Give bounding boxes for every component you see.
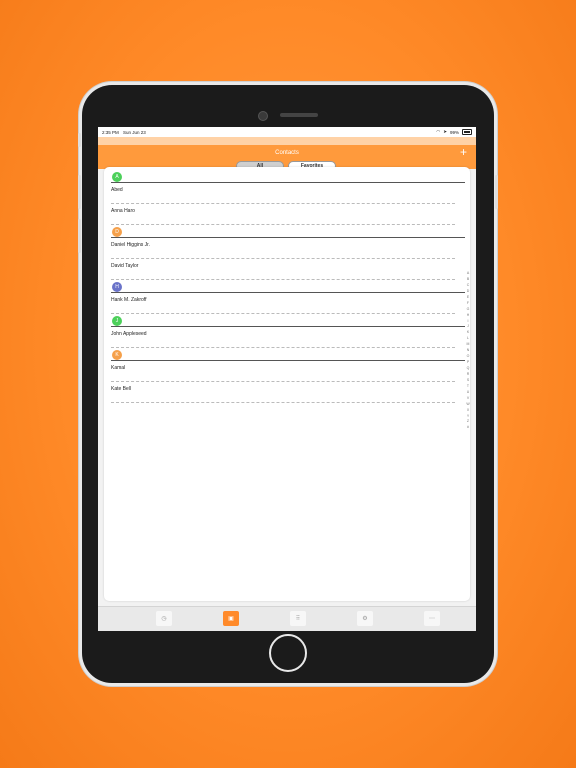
contact-name: Hank M. Zakroff (111, 297, 147, 303)
index-letter[interactable]: # (467, 425, 469, 431)
section-letter-badge: J (112, 316, 122, 326)
status-date: Sun Jun 23 (123, 129, 146, 135)
volume-down-button (78, 219, 81, 253)
page-title: Contacts (275, 150, 299, 156)
tab-contacts[interactable]: ▣ (223, 611, 239, 626)
contact-name: Daniel Higgins Jr. (111, 242, 150, 248)
contact-row[interactable]: Daniel Higgins Jr. (111, 238, 455, 259)
speaker-grille (280, 113, 318, 117)
wifi-icon: ◠ (436, 129, 441, 134)
tab-more[interactable]: ⋯ (424, 611, 440, 626)
contacts-card: A Abed Anna Haro D Daniel Higgins Jr. David T… (104, 167, 470, 601)
contact-name: Kate Bell (111, 386, 132, 392)
section-letter-badge: D (112, 227, 122, 237)
tab-keypad[interactable]: ⠿ (290, 611, 306, 626)
contact-row[interactable]: Kate Bell (111, 382, 455, 403)
power-button (495, 175, 498, 209)
battery-icon (462, 129, 472, 135)
more-icon: ⋯ (429, 616, 435, 622)
add-contact-button[interactable]: + (460, 145, 467, 159)
contact-row[interactable]: Kamal (111, 361, 455, 382)
tab-settings[interactable]: ⚙ (357, 611, 373, 626)
mute-switch (78, 133, 81, 147)
tab-bar: ◷ ▣ ⠿ ⚙ ⋯ (98, 606, 476, 631)
app-screen: 2:35 PM Sun Jun 23 ◠ ➤ 99% Contacts + Al… (98, 127, 476, 631)
contact-row[interactable]: John Appleseed (111, 327, 455, 348)
section-letter-badge: K (112, 350, 122, 360)
contact-row[interactable]: Anna Haro (111, 204, 455, 225)
home-button[interactable] (269, 634, 307, 672)
contact-name: John Appleseed (111, 331, 147, 337)
battery-percent: 99% (449, 129, 459, 135)
clock-icon: ◷ (161, 616, 167, 622)
contact-row[interactable]: Abed (111, 183, 455, 204)
alphabet-index[interactable]: A B C D E F G H I J K L M N O P Q R S T U V W X Y Z # (466, 271, 470, 431)
section-letter-badge: H (112, 282, 122, 292)
location-icon: ➤ (443, 129, 447, 134)
status-bar: 2:35 PM Sun Jun 23 ◠ ➤ 99% (98, 127, 476, 137)
contact-row[interactable]: Hank M. Zakroff (111, 293, 455, 314)
section-header-j: J (111, 314, 465, 327)
status-time: 2:35 PM (102, 129, 119, 135)
contact-name: Anna Haro (111, 208, 135, 214)
tab-recents[interactable]: ◷ (156, 611, 172, 626)
contact-list: A Abed Anna Haro D Daniel Higgins Jr. David T… (111, 170, 465, 403)
keypad-icon: ⠿ (295, 616, 301, 622)
section-header-k: K (111, 348, 465, 361)
section-header-h: H (111, 280, 465, 293)
tablet-device: 2:35 PM Sun Jun 23 ◠ ➤ 99% Contacts + Al… (78, 85, 498, 683)
contact-name: Kamal (111, 365, 126, 371)
header-band (98, 137, 476, 145)
settings-icon: ⚙ (362, 616, 368, 622)
contact-name: David Taylor (111, 263, 139, 269)
section-letter-badge: A (112, 172, 122, 182)
contact-row[interactable]: David Taylor (111, 259, 455, 280)
volume-up-button (78, 175, 81, 209)
navigation-bar: Contacts + All Favorites (98, 145, 476, 171)
contacts-book-icon: ▣ (228, 616, 234, 622)
section-header-d: D (111, 225, 465, 238)
section-header-a: A (111, 170, 465, 183)
contact-name: Abed (111, 187, 123, 193)
camera-icon (258, 111, 268, 121)
